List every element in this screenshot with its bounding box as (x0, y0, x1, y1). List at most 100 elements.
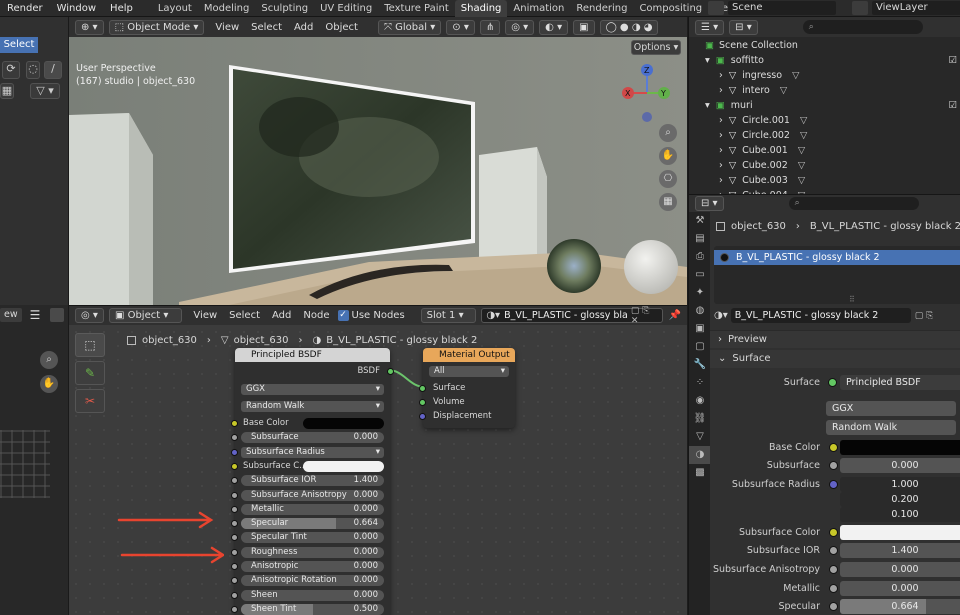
view-layer-selector[interactable]: ViewLayer (852, 1, 960, 15)
view-dropdown-label[interactable]: ew (0, 308, 22, 322)
outliner-collection-row[interactable]: ▾ ▣ soffitto ☑ (689, 53, 960, 68)
menu-window[interactable]: Window (50, 0, 103, 17)
mesh-data-icon[interactable]: ▽ (792, 70, 799, 81)
render-tab-icon[interactable]: ▤ (689, 230, 711, 248)
bsdf-input-socket[interactable] (231, 548, 238, 556)
particles-tab-icon[interactable]: ⁘ (689, 374, 711, 392)
output-target-dropdown[interactable]: All ▾ (429, 366, 509, 377)
zoom-icon[interactable]: ⌕ (659, 124, 677, 142)
output-tab-icon[interactable]: ⎙ (689, 248, 711, 266)
material-actions-icons[interactable]: ▢ ⎘ ✕ (631, 306, 660, 326)
menu-render[interactable]: Render (0, 0, 50, 17)
bsdf-input-socket[interactable] (231, 420, 238, 427)
prop-distribution-dropdown[interactable]: GGX (826, 401, 956, 416)
prop-socket-dot[interactable] (829, 443, 838, 452)
surface-panel-header[interactable]: ⌄ Surface (710, 350, 960, 368)
mesh-data-icon[interactable]: ▽ (800, 130, 807, 141)
disclosure-triangle-icon[interactable]: › (719, 115, 723, 126)
use-nodes-checkbox[interactable]: ✓ Use Nodes (337, 310, 411, 321)
world-tab-icon[interactable]: ◍ (689, 302, 711, 320)
workspace-tab-rendering[interactable]: Rendering (570, 0, 633, 17)
disclosure-triangle-icon[interactable]: › (719, 145, 723, 156)
material-name-field[interactable]: B_VL_PLASTIC - glossy black 2 (504, 310, 627, 321)
prop-value-field[interactable]: 1.400 (840, 543, 960, 558)
texture-tab-icon[interactable]: ▩ (689, 464, 711, 482)
bsdf-slider-sheen-tint[interactable]: Sheen Tint 0.500 (241, 603, 384, 615)
menu-help[interactable]: Help (103, 0, 140, 17)
disclosure-triangle-icon[interactable]: › (719, 85, 723, 96)
bsdf-slider-subsurface-anisotropy[interactable]: Subsurface Anisotropy 0.000 (241, 489, 384, 501)
outliner-collection-row[interactable]: ▾ ▣ muri ☑ (689, 98, 960, 113)
bsdf-slider-sheen[interactable]: Sheen 0.000 (241, 589, 384, 601)
pivot-icon[interactable]: ⊙ ▾ (446, 19, 475, 35)
select-box-icon[interactable]: ⟳ (2, 61, 20, 79)
outliner-object-row[interactable]: › ▽ Circle.001 ▽ (689, 113, 960, 128)
bsdf-input-socket[interactable] (231, 462, 238, 470)
object-tab-icon[interactable]: ▢ (689, 338, 711, 356)
grid-toggle-icon[interactable]: ▦ (0, 83, 14, 99)
workspace-tab-compositing[interactable]: Compositing (633, 0, 708, 17)
mesh-data-icon[interactable]: ▽ (798, 160, 805, 171)
outliner-object-row[interactable]: › ▽ Cube.001 ▽ (689, 143, 960, 158)
prop-socket-dot[interactable] (829, 528, 838, 537)
workspace-tab-texture-paint[interactable]: Texture Paint (378, 0, 455, 17)
workspace-tab-modeling[interactable]: Modeling (198, 0, 256, 17)
snap-icon[interactable]: ⋔ (479, 19, 501, 35)
workspace-tab-sculpting[interactable]: Sculpting (255, 0, 314, 17)
node-view-menu[interactable]: ew ☰ (0, 307, 65, 323)
surface-socket[interactable] (419, 385, 426, 392)
prop-base-color-swatch[interactable] (840, 440, 960, 455)
outliner-object-row[interactable]: › ▽ ingresso ▽ (689, 68, 960, 83)
xray-icon[interactable]: ▣ (573, 19, 595, 35)
image-icon[interactable] (50, 308, 65, 322)
physics-tab-icon[interactable]: ◉ (689, 392, 711, 410)
material-browse-icon-2[interactable]: ◑▾ (714, 310, 728, 321)
tool-tab-icon[interactable]: ⚒ (689, 212, 711, 230)
bsdf-input-socket[interactable] (231, 491, 238, 499)
view-layer-tab-icon[interactable]: ▭ (689, 266, 711, 284)
prop-value-field[interactable]: 0.000 (840, 458, 960, 473)
ortho-grid-icon[interactable]: ▦ (659, 193, 677, 211)
tool-annotate-icon[interactable]: / (44, 61, 62, 79)
bsdf-slider-anisotropic-rotation[interactable]: Anisotropic Rotation 0.000 (241, 575, 384, 587)
disclosure-triangle-icon[interactable]: ▾ (705, 55, 710, 66)
collection-checkbox-icon[interactable]: ☑ (948, 53, 957, 68)
disclosure-triangle-icon[interactable]: › (719, 160, 723, 171)
bsdf-slider-subsurface[interactable]: Subsurface 0.000 (241, 432, 384, 444)
prop-subsurface-method-dropdown[interactable]: Random Walk (826, 420, 956, 435)
camera-view-icon[interactable]: ⎔ (659, 170, 677, 188)
bsdf-slider-specular[interactable]: Specular 0.664 (241, 518, 384, 530)
subsurface-color-swatch[interactable] (303, 460, 384, 472)
mesh-data-icon[interactable]: ▽ (798, 175, 805, 186)
workspace-tab-uv-editing[interactable]: UV Editing (314, 0, 378, 17)
prop-socket-dot[interactable] (829, 584, 838, 593)
slot-dropdown[interactable]: Slot 1 ▾ (420, 308, 477, 323)
outliner-search-input[interactable]: ⌕ (802, 20, 923, 34)
workspace-tab-layout[interactable]: Layout (152, 0, 198, 17)
output-node-header[interactable]: Material Output (423, 348, 515, 362)
workspace-tab-animation[interactable]: Animation (507, 0, 570, 17)
data-tab-icon[interactable]: ▽ (689, 428, 711, 446)
bsdf-input-socket[interactable] (231, 591, 238, 599)
pan-hand-icon[interactable]: ✋ (659, 147, 677, 165)
view-layer-name[interactable]: ViewLayer (872, 1, 960, 15)
material-datablock-actions[interactable]: ▢ ⎘ (915, 311, 934, 321)
workspace-tab-shading[interactable]: Shading (454, 0, 508, 17)
menu-view[interactable]: View (215, 22, 239, 33)
node-editor-canvas[interactable]: ⬚ ✎ ✂ object_630 › ▽ object_630 › ◑ B_VL… (69, 325, 687, 615)
disclosure-triangle-icon[interactable]: ▾ (705, 100, 710, 111)
node-menu-view[interactable]: View (193, 310, 217, 321)
lasso-icon[interactable]: ◌ (26, 61, 40, 79)
mesh-data-icon[interactable]: ▽ (780, 85, 787, 96)
zoom-icon-2d[interactable]: ⌕ (40, 351, 58, 369)
subsurface-method-dropdown[interactable]: Random Walk ▾ (241, 401, 384, 412)
axis-gizmo[interactable]: Z X Y (617, 63, 673, 127)
properties-type-icon[interactable]: ⊟ ▾ (695, 196, 724, 211)
prop-value-field[interactable]: 0.664 (840, 599, 960, 614)
bsdf-slider-anisotropic[interactable]: Anisotropic 0.000 (241, 561, 384, 572)
mesh-data-icon[interactable]: ▽ (798, 145, 805, 156)
properties-search-input[interactable]: ⌕ (788, 197, 919, 210)
bsdf-slider-metallic[interactable]: Metallic 0.000 (241, 503, 384, 515)
material-name-input[interactable]: B_VL_PLASTIC - glossy black 2 (730, 308, 911, 323)
prop-socket-dot[interactable] (829, 546, 838, 555)
